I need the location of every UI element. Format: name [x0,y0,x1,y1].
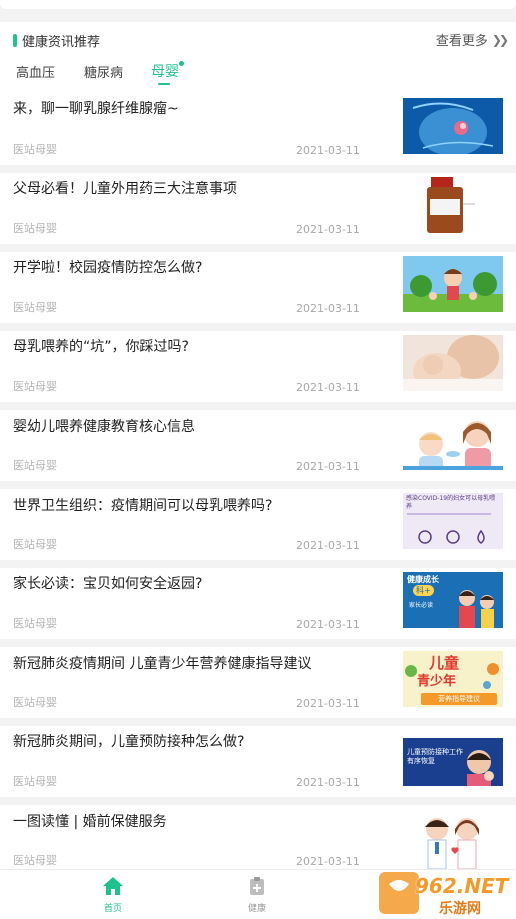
article-source: 医站母婴 [13,222,57,235]
who-breastfeeding-poster: 感染COVID-19的妇女可以母乳喂养 [403,493,503,549]
article-title: 新冠肺炎疫情期间 儿童青少年营养健康指导建议 [13,656,312,672]
app-screen: 健康资讯推荐 查看更多 ❯❯ 高血压 糖尿病 母婴 来，聊一聊乳腺纤维腺瘤~ 医… [0,0,516,919]
article-title: 母乳喂养的“坑”，你踩过吗? [13,339,189,355]
article-item[interactable]: 一图读懂 | 婚前保健服务 医站母婴 2021-03-11 [0,805,516,869]
category-tabs: 高血压 糖尿病 母婴 [0,58,516,94]
article-item[interactable]: 新冠肺炎疫情期间 儿童青少年营养健康指导建议 医站母婴 2021-03-11 儿… [0,647,516,718]
article-item[interactable]: 开学啦！校园疫情防控怎么做? 医站母婴 2021-03-11 [0,252,516,323]
medicine-bottle-image [403,177,503,233]
clipboard-plus-icon [250,877,264,895]
article-title: 世界卫生组织：疫情期间可以母乳喂养吗? [13,498,273,514]
article-title: 来，聊一聊乳腺纤维腺瘤~ [13,101,179,117]
article-item[interactable]: 母乳喂养的“坑”，你踩过吗? 医站母婴 2021-03-11 [0,331,516,402]
article-source: 医站母婴 [13,143,57,156]
tab-diabetes[interactable]: 糖尿病 [84,62,123,81]
nav-health[interactable]: 健康 [227,876,287,914]
article-source: 医站母婴 [13,775,57,788]
breastfeeding-photo [403,335,503,391]
article-date: 2021-03-11 [296,302,360,315]
article-date: 2021-03-11 [296,223,360,236]
article-title: 婴幼儿喂养健康教育核心信息 [13,419,195,435]
breast-anatomy-image [403,98,503,154]
nav-home[interactable]: 首页 [83,876,143,914]
article-date: 2021-03-11 [296,776,360,789]
article-title: 新冠肺炎期间，儿童预防接种怎么做? [13,734,245,750]
article-source: 医站母婴 [13,459,57,472]
parent-science-poster: 健康成长 科+ 家长必读 [403,572,503,628]
section-accent-bar [13,34,17,47]
top-card-edge [0,0,516,14]
article-date: 2021-03-11 [296,144,360,157]
youth-nutrition-poster: 儿童 青少年 营养指导建议 [403,651,503,707]
vaccination-poster: 儿童预防接种工作有序恢复 [403,730,503,786]
article-source: 医站母婴 [13,380,57,393]
see-more-label: 查看更多 [435,34,488,49]
see-more-link[interactable]: 查看更多 ❯❯ [435,30,509,50]
article-date: 2021-03-11 [296,697,360,710]
double-chevron-right-icon: ❯❯ [491,32,509,47]
watermark-logo: 962.NET 乐游网 [377,868,516,919]
home-icon [103,877,123,895]
article-date: 2021-03-11 [296,855,360,868]
article-item[interactable]: 世界卫生组织：疫情期间可以母乳喂养吗? 医站母婴 2021-03-11 感染CO… [0,489,516,560]
article-date: 2021-03-11 [296,460,360,473]
article-item[interactable]: 婴幼儿喂养健康教育核心信息 医站母婴 2021-03-11 [0,410,516,481]
article-item[interactable]: 父母必看！儿童外用药三大注意事项 医站母婴 2021-03-11 [0,173,516,244]
watermark-text: 962.NET [415,874,509,898]
article-item[interactable]: 家长必读：宝贝如何安全返园? 医站母婴 2021-03-11 健康成长 科+ 家… [0,568,516,639]
article-date: 2021-03-11 [296,539,360,552]
tab-maternal-infant[interactable]: 母婴 [151,61,179,81]
mother-feeding-baby-illustration [403,414,503,470]
nav-home-label: 首页 [103,904,122,914]
article-item[interactable]: 新冠肺炎期间，儿童预防接种怎么做? 医站母婴 2021-03-11 儿童预防接种… [0,726,516,797]
article-title: 家长必读：宝贝如何安全返园? [13,576,203,592]
couple-cartoon-image [403,809,503,869]
article-date: 2021-03-11 [296,381,360,394]
tab-active-underline [158,83,170,85]
tab-active-dot [179,61,184,66]
article-source: 医站母婴 [13,696,57,709]
section-title: 健康资讯推荐 [22,35,101,50]
article-item[interactable]: 来，聊一聊乳腺纤维腺瘤~ 医站母婴 2021-03-11 [0,94,516,165]
health-news-section-header: 健康资讯推荐 查看更多 ❯❯ 高血压 糖尿病 母婴 [0,22,516,94]
article-source: 医站母婴 [13,617,57,630]
article-title: 父母必看！儿童外用药三大注意事项 [13,181,237,197]
watermark-subtext: 乐游网 [439,901,481,917]
article-source: 医站母婴 [13,538,57,551]
article-source: 医站母婴 [13,301,57,314]
tab-hypertension[interactable]: 高血压 [16,62,55,81]
article-title: 开学啦！校园疫情防控怎么做? [13,260,203,276]
nav-health-label: 健康 [247,904,266,914]
article-date: 2021-03-11 [296,618,360,631]
cartoon-kids-image [403,256,503,312]
article-title: 一图读懂 | 婚前保健服务 [13,814,167,830]
article-source: 医站母婴 [13,854,57,867]
